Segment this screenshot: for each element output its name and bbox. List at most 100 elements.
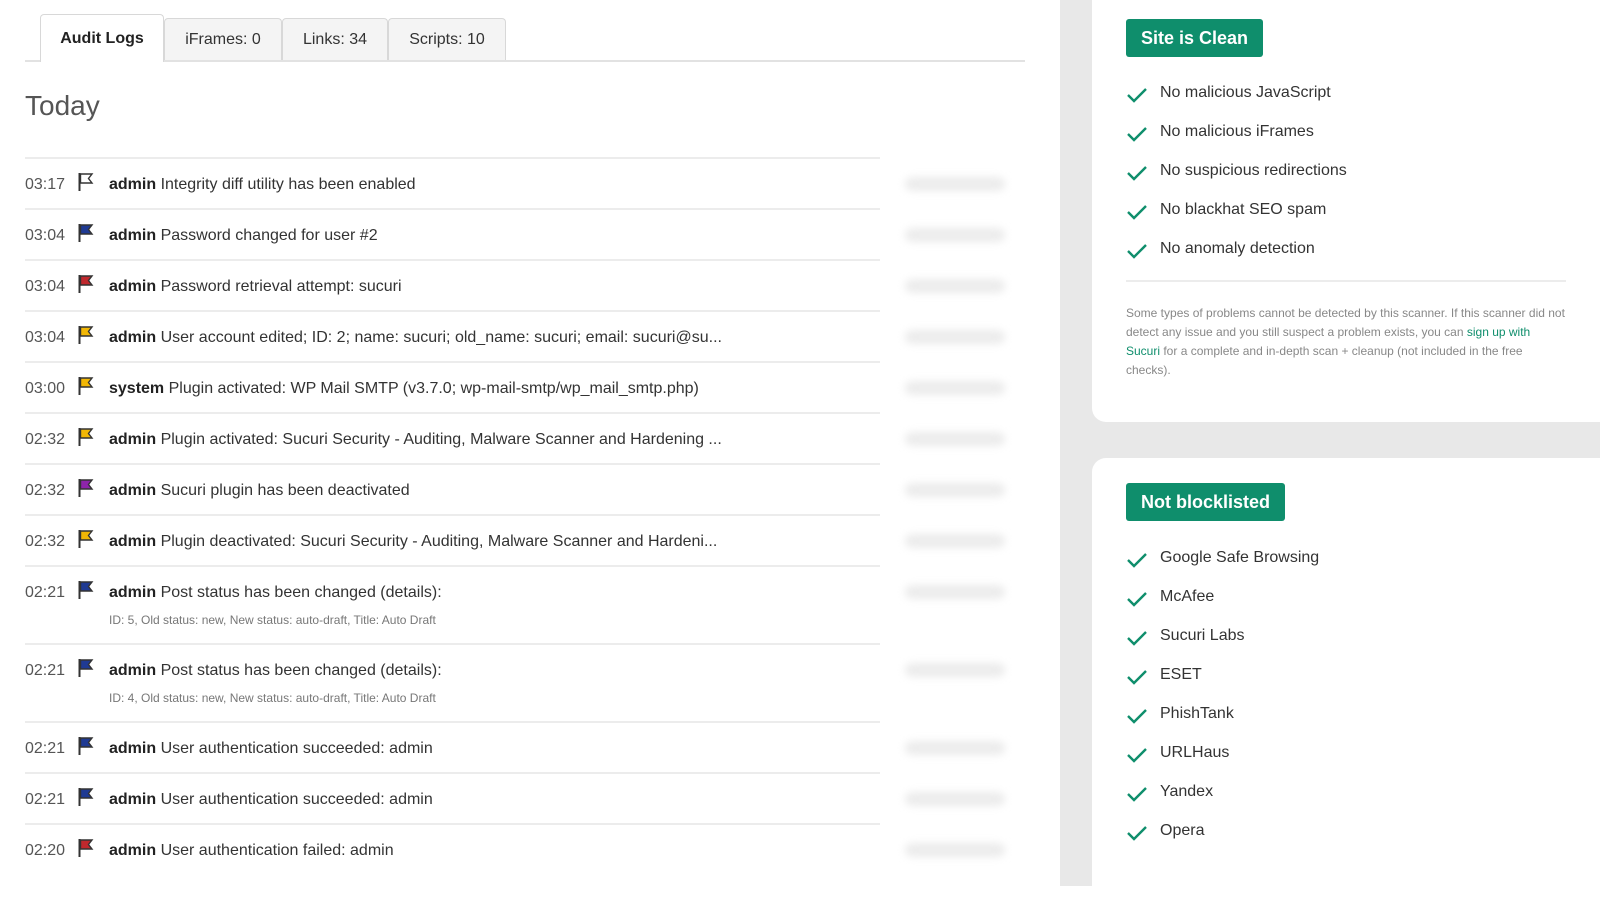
log-message: admin Integrity diff utility has been en… (109, 176, 416, 194)
flag-icon (78, 737, 94, 755)
flag-icon (78, 788, 94, 806)
log-time: 02:21 (25, 662, 66, 679)
scanner-note: Some types of problems cannot be detecte… (1126, 304, 1566, 380)
log-user: admin (109, 533, 157, 550)
redacted-ip (905, 279, 1005, 293)
redacted-ip (905, 177, 1005, 191)
tab-audit-logs[interactable]: Audit Logs (40, 14, 164, 62)
tab-links[interactable]: Links: 34 (282, 18, 388, 60)
checkmark-icon (1127, 592, 1147, 607)
flag-icon (78, 275, 94, 293)
log-text: Password changed for user #2 (160, 227, 378, 244)
log-time: 02:32 (25, 533, 66, 550)
log-row: 02:21 admin User authentication succeeded… (25, 721, 1005, 772)
log-message: admin Post status has been changed (deta… (109, 662, 442, 680)
log-row: 02:21 admin Post status has been changed … (25, 643, 1005, 721)
check-label: Opera (1160, 822, 1205, 839)
checkmark-icon (1127, 748, 1147, 763)
check-label: No blackhat SEO spam (1160, 201, 1327, 218)
audit-log-list: 03:17 admin Integrity diff utility has be… (25, 157, 1025, 874)
redacted-ip (905, 792, 1005, 806)
log-text: Post status has been changed (details): (160, 584, 442, 601)
redacted-ip (905, 534, 1005, 548)
log-user: admin (109, 662, 157, 679)
log-row: 02:21 admin Post status has been changed … (25, 565, 1005, 643)
tab-iframes[interactable]: iFrames: 0 (164, 18, 282, 60)
log-row: 02:21 admin User authentication succeeded… (25, 772, 1005, 823)
redacted-ip (905, 228, 1005, 242)
log-message: admin Post status has been changed (deta… (109, 584, 442, 602)
check-label: No suspicious redirections (1160, 162, 1347, 179)
log-row: 03:04 admin Password retrieval attempt: s… (25, 259, 1005, 310)
log-message: admin Password changed for user #2 (109, 227, 378, 245)
log-message: admin User authentication succeeded: adm… (109, 791, 433, 809)
flag-icon (78, 530, 94, 548)
log-time: 03:04 (25, 278, 66, 295)
flag-icon (78, 377, 94, 395)
log-message: admin Plugin deactivated: Sucuri Securit… (109, 533, 717, 551)
log-time: 03:04 (25, 227, 66, 244)
log-text: User authentication succeeded: admin (160, 740, 433, 757)
flag-icon (78, 479, 94, 497)
log-time: 02:21 (25, 740, 66, 757)
log-row: 02:32 admin Plugin activated: Sucuri Secu… (25, 412, 1005, 463)
log-user: admin (109, 584, 157, 601)
log-details: ID: 5, Old status: new, New status: auto… (109, 613, 436, 627)
log-text: Password retrieval attempt: sucuri (160, 278, 402, 295)
checkmark-icon (1127, 670, 1147, 685)
log-row: 02:32 admin Sucuri plugin has been deacti… (25, 463, 1005, 514)
log-message: system Plugin activated: WP Mail SMTP (v… (109, 380, 699, 398)
checkmark-icon (1127, 709, 1147, 724)
redacted-ip (905, 843, 1005, 857)
checkmark-icon (1127, 826, 1147, 841)
checkmark-icon (1127, 166, 1147, 181)
log-message: admin User authentication succeeded: adm… (109, 740, 433, 758)
log-text: Sucuri plugin has been deactivated (160, 482, 410, 499)
log-details: ID: 4, Old status: new, New status: auto… (109, 691, 436, 705)
log-time: 02:21 (25, 584, 66, 601)
flag-icon (78, 839, 94, 857)
check-label: ESET (1160, 666, 1202, 683)
tab-scripts[interactable]: Scripts: 10 (388, 18, 506, 60)
log-text: Plugin activated: WP Mail SMTP (v3.7.0; … (168, 380, 699, 397)
note-text-end: for a complete and in-depth scan + clean… (1126, 344, 1523, 377)
flag-icon (78, 326, 94, 344)
log-text: User account edited; ID: 2; name: sucuri… (160, 329, 722, 346)
log-text: Plugin deactivated: Sucuri Security - Au… (160, 533, 718, 550)
redacted-ip (905, 585, 1005, 599)
check-label: URLHaus (1160, 744, 1230, 761)
log-user: admin (109, 842, 157, 859)
redacted-ip (905, 381, 1005, 395)
log-row: 03:04 admin User account edited; ID: 2; n… (25, 310, 1005, 361)
log-message: admin Password retrieval attempt: sucuri (109, 278, 402, 296)
checkmark-icon (1127, 244, 1147, 259)
log-user: admin (109, 482, 157, 499)
checkmark-icon (1127, 553, 1147, 568)
flag-icon (78, 224, 94, 242)
flag-icon (78, 659, 94, 677)
log-text: User authentication failed: admin (160, 842, 394, 859)
not-blocklisted-badge: Not blocklisted (1126, 483, 1286, 521)
checkmark-icon (1127, 127, 1147, 142)
log-time: 02:20 (25, 842, 66, 859)
flag-icon (78, 173, 94, 191)
log-user: admin (109, 176, 157, 193)
log-user: admin (109, 740, 157, 757)
log-row: 03:17 admin Integrity diff utility has be… (25, 157, 1005, 208)
check-label: Google Safe Browsing (1160, 549, 1320, 566)
check-label: PhishTank (1160, 705, 1234, 722)
divider (1126, 280, 1566, 282)
section-title: Today (25, 90, 100, 121)
checkmark-icon (1127, 205, 1147, 220)
check-label: Sucuri Labs (1160, 627, 1245, 644)
log-time: 03:04 (25, 329, 66, 346)
flag-icon (78, 428, 94, 446)
check-label: McAfee (1160, 588, 1215, 605)
log-time: 02:32 (25, 431, 66, 448)
log-user: admin (109, 227, 157, 244)
site-clean-card: Site is Clean No malicious JavaScript No … (1092, 0, 1600, 422)
tab-bar: Audit Logs iFrames: 0 Links: 34 Scripts: 10 (25, 14, 1025, 62)
log-message: admin Sucuri plugin has been deactivated (109, 482, 410, 500)
log-text: User authentication succeeded: admin (160, 791, 433, 808)
redacted-ip (905, 483, 1005, 497)
